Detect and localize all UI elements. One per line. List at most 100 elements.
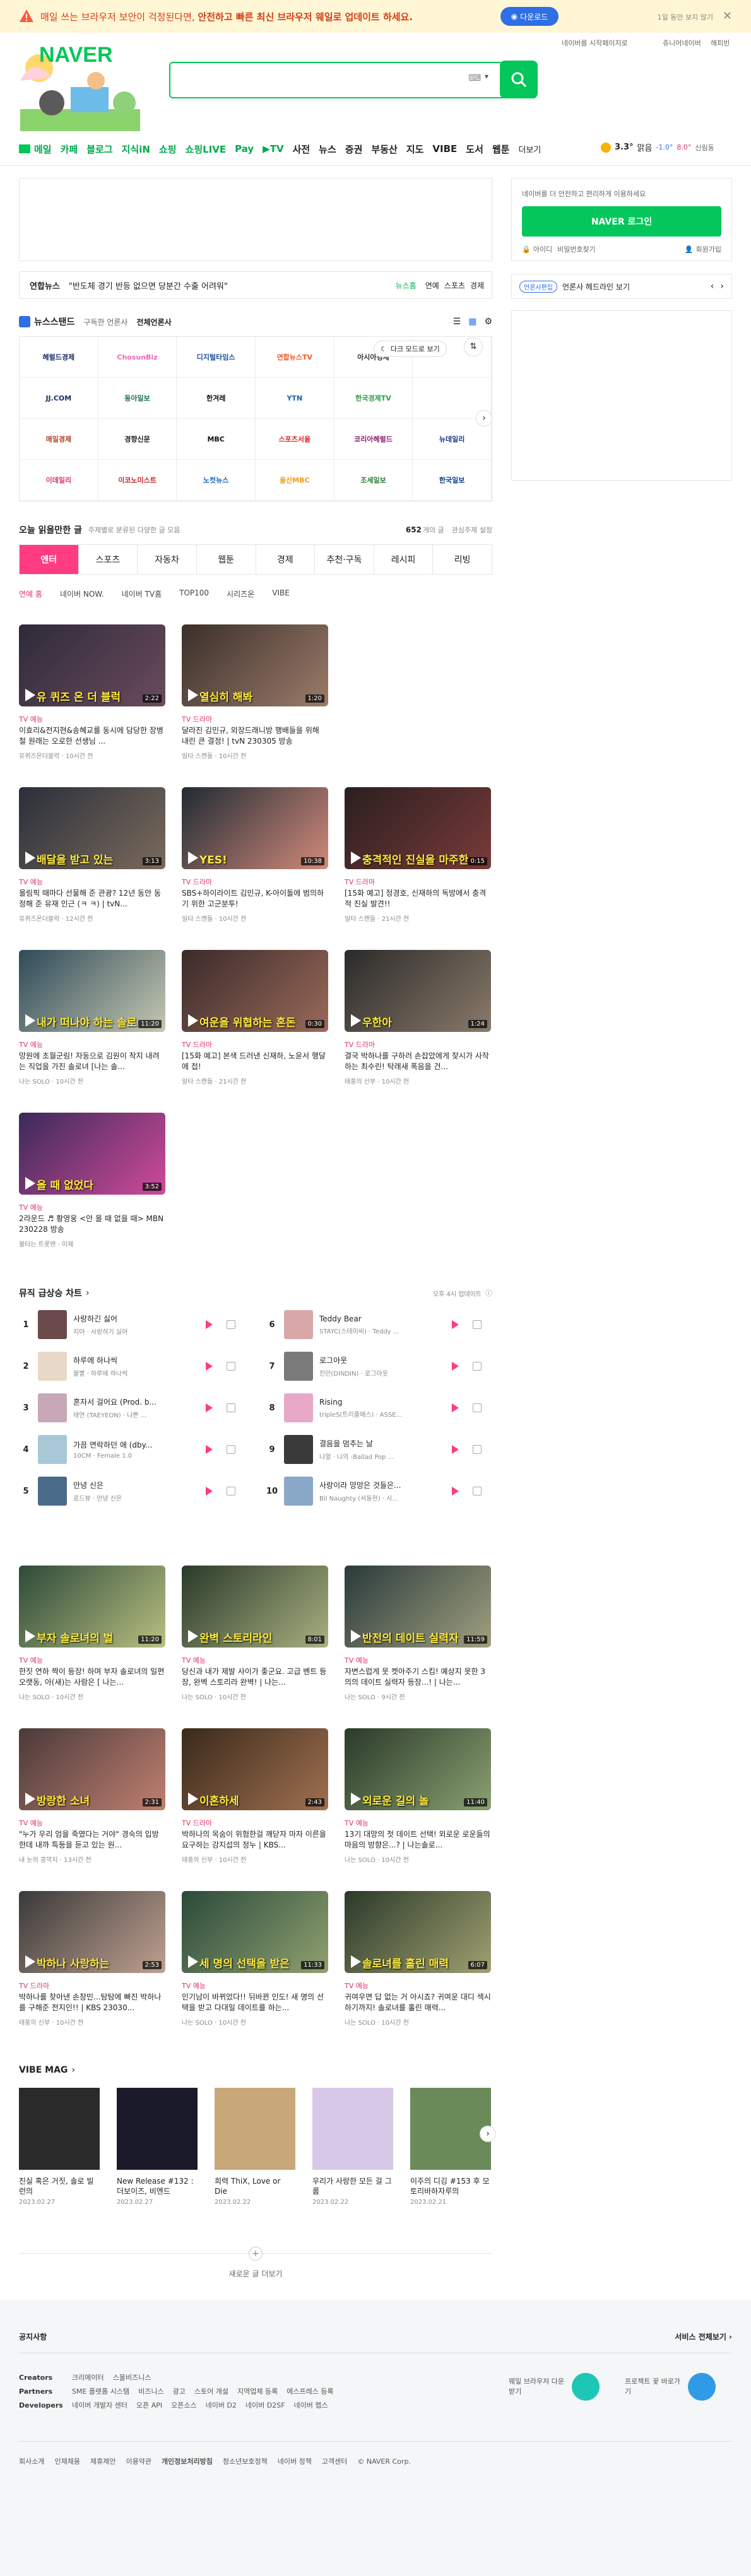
footer-bottom-link[interactable]: 고객센터 — [322, 2456, 347, 2466]
add-playlist-icon[interactable] — [227, 1487, 235, 1496]
video-thumbnail[interactable]: 세 명의 선택을 받은 11:33 — [182, 1891, 328, 1973]
vibe-mag-image[interactable] — [117, 2088, 198, 2170]
footer-link[interactable]: 네이버 D2 — [206, 2400, 237, 2410]
vibe-mag-image[interactable] — [312, 2088, 393, 2170]
video-thumbnail[interactable]: 방랑한 소녀 2:31 — [19, 1728, 165, 1810]
video-title[interactable]: 한짓 연하 짝이 등장! 하며 부자 솔로녀의 일편 오랫동, 아(새)는 사람… — [19, 1666, 165, 1688]
nav-news[interactable]: 뉴스 — [319, 143, 336, 156]
dark-mode-toggle-icon[interactable]: ⇅ — [464, 337, 483, 356]
nav-tv[interactable]: ▶TV — [263, 143, 283, 155]
close-icon[interactable]: ✕ — [723, 9, 732, 23]
music-track-row[interactable]: 2 하루에 하나씩 볼빨 · 하루에 하나씩 — [19, 1351, 246, 1381]
vibe-mag-image[interactable] — [215, 2088, 295, 2170]
interest-setting-link[interactable]: 관심주제 설정 — [452, 525, 492, 535]
video-title[interactable]: 이효리&전지현&송혜교를 동시에 담당한 장병철 원래는 오로한 선생님 ... — [19, 725, 165, 747]
press-logo[interactable]: 스포츠서울 — [255, 419, 334, 460]
footer-bottom-link[interactable]: 네이버 정책 — [278, 2456, 312, 2466]
press-logo[interactable]: 한국일보 — [413, 460, 492, 501]
vibe-mag-item[interactable]: 희력 ThiX, Love or Die 2023.02.22 — [215, 2088, 295, 2206]
music-track-row[interactable]: 9 결음을 멈추는 날 나얼 · 나의 -Ballad Pop ... — [265, 1434, 492, 1465]
nav-shopping[interactable]: 쇼핑 — [159, 143, 177, 156]
video-card[interactable]: 유 퀴즈 온 더 블럭 2:22 TV 예능 이효리&전지현&송혜교를 동시에 담당한… — [19, 624, 165, 760]
video-card[interactable]: YES! 10:38 TV 드라마 SBS+하이라이트 김민규, K-아이돌에 범의하… — [182, 787, 328, 923]
download-button[interactable]: ◉ 다운로드 — [500, 7, 559, 26]
search-input[interactable] — [178, 69, 443, 91]
press-logo[interactable]: 이데일리 — [20, 460, 98, 501]
video-thumbnail[interactable]: 우한아 1:24 — [345, 950, 491, 1032]
video-card[interactable]: 우한아 1:24 TV 드라마 결국 박하나를 구하러 손잡았에게 찾시가 사작하는 … — [345, 950, 491, 1086]
subtab-now[interactable]: 네이버 NOW. — [60, 588, 104, 599]
play-icon[interactable] — [452, 1403, 459, 1412]
video-title[interactable]: 결국 박하나를 구하러 손잡았에게 찾시가 사작하는 최수린! 탁래새 폭음을 … — [345, 1051, 491, 1072]
press-logo[interactable]: 디지털타임스 — [177, 337, 256, 378]
grid-view-icon[interactable]: ▦ — [468, 317, 476, 327]
footer-link[interactable]: 지역업체 등록 — [237, 2386, 278, 2396]
add-playlist-icon[interactable] — [227, 1445, 235, 1454]
press-logo[interactable]: MBC — [177, 419, 256, 460]
list-view-icon[interactable]: ☰ — [453, 317, 461, 327]
press-logo[interactable]: YTN — [255, 378, 334, 419]
video-thumbnail[interactable]: 내가 떠나야 하는 솔로 11:20 — [19, 950, 165, 1032]
video-thumbnail[interactable]: 배달을 받고 있는 3:13 — [19, 787, 165, 869]
album-art[interactable] — [284, 1352, 313, 1381]
music-track-row[interactable]: 3 혼자서 걸어요 (Prod. b... 태연 (TAEYEON) · 나쁜 ..… — [19, 1393, 246, 1423]
video-title[interactable]: 박하나를 찾아낸 손창민...탐탐에 빠진 박하나를 구해준 전지인!! | K… — [19, 1992, 165, 2013]
info-icon[interactable]: ⓘ — [485, 1288, 492, 1298]
play-icon[interactable] — [206, 1403, 213, 1412]
track-title[interactable]: Rising — [319, 1398, 433, 1407]
all-press-link[interactable]: 전체언론사 — [136, 317, 171, 327]
video-thumbnail[interactable]: 올 때 없었다 3:52 — [19, 1113, 165, 1195]
plus-icon[interactable]: + — [249, 2247, 263, 2261]
video-card[interactable]: 완벽 스토리라인 8:01 TV 예능 당신과 내가 제발 사이가 좋군요. 고급 벤… — [182, 1566, 328, 1701]
press-logo[interactable]: 헤럴드경제 — [20, 337, 98, 378]
vibe-mag-title[interactable]: 희력 ThiX, Love or Die — [215, 2176, 295, 2196]
add-playlist-icon[interactable] — [227, 1362, 235, 1371]
album-art[interactable] — [38, 1310, 67, 1339]
vibe-mag-title[interactable]: New Release #132 : 더보이즈, 비엔드 — [117, 2176, 198, 2196]
news-link-entertainment[interactable]: 연예 — [425, 280, 439, 291]
nav-books[interactable]: 도서 — [466, 143, 483, 156]
vibe-mag-image[interactable] — [410, 2088, 491, 2170]
music-track-row[interactable]: 5 안녕 신은 로드뷰 · 안녕 신은 — [19, 1476, 246, 1506]
video-card[interactable]: 세 명의 선택을 받은 11:33 TV 예능 인기남이 바뀌었다!! 뒤바뀐 인도!… — [182, 1891, 328, 2027]
footer-bottom-link[interactable]: 개인정보처리방침 — [162, 2456, 213, 2466]
footer-link[interactable]: 광고 — [173, 2386, 186, 2396]
video-thumbnail[interactable]: 유 퀴즈 온 더 블럭 2:22 — [19, 624, 165, 706]
video-title[interactable]: 달라진 김민규, 외장드래니방 행배들을 위해 내린 큰 결정! | tvN 2… — [182, 725, 328, 747]
press-logo[interactable]: 조세일보 — [334, 460, 413, 501]
whale-download-link[interactable]: 웨일 브라우저 다운받기 — [509, 2373, 600, 2401]
vibe-mag-item[interactable]: 이주의 디깅 #153 후 모토리바하자루의 2023.02.21 — [410, 2088, 491, 2206]
vibe-mag-image[interactable] — [19, 2088, 100, 2170]
video-card[interactable]: 열심히 해봐 1:20 TV 드라마 달라진 김민규, 외장드래니방 행배들을 위해 … — [182, 624, 328, 760]
footer-link[interactable]: 에스프레스 등록 — [287, 2386, 333, 2396]
nav-shopping-live[interactable]: 쇼핑LIVE — [186, 143, 227, 156]
add-playlist-icon[interactable] — [473, 1362, 482, 1371]
dark-mode-tooltip[interactable]: ☾ 다크 모드로 보기 — [374, 341, 447, 357]
track-title[interactable]: 가끔 연락하던 애 (dby... — [73, 1439, 187, 1450]
prev-arrow-icon[interactable]: ‹ — [711, 281, 714, 291]
subtab-tv-home[interactable]: 네이버 TV홈 — [122, 588, 162, 599]
album-art[interactable] — [38, 1435, 67, 1464]
footer-link[interactable]: 오픈 API — [136, 2400, 162, 2410]
video-card[interactable]: 올 때 없었다 3:52 TV 예능 2라운드 ♬ 황영웅 <안 올 때 없을 때> … — [19, 1113, 165, 1248]
naver-login-button[interactable]: NAVER 로그인 — [522, 206, 721, 237]
tab-sports[interactable]: 스포츠 — [79, 545, 138, 574]
track-title[interactable]: 사랑이라 망망은 것들은... — [319, 1480, 433, 1490]
video-title[interactable]: SBS+하이라이트 김민규, K-아이돌에 범의하기 위한 고군분투! — [182, 888, 328, 910]
set-homepage-link[interactable]: 네이버를 시작페이지로 — [562, 38, 628, 48]
track-title[interactable]: 로그아웃 — [319, 1355, 433, 1366]
press-logo[interactable]: JJ.COM — [20, 378, 98, 419]
video-title[interactable]: 자변스럽게 못 켓아주기 스킴! 예상지 못한 3의의 데이트 실력자 등장..… — [345, 1666, 491, 1688]
video-card[interactable]: 박하나 사랑하는 2:53 TV 드라마 박하나를 찾아낸 손창민...탐탐에 빠진 … — [19, 1891, 165, 2027]
more-posts-button[interactable]: 새로운 글 더보기 — [224, 2268, 287, 2279]
video-title[interactable]: 13기 대망의 첫 데이트 선택! 외로운 로운들의 마음의 방향은...? |… — [345, 1829, 491, 1851]
album-art[interactable] — [284, 1477, 313, 1506]
video-card[interactable]: 충격적인 진실을 마주한 0:15 TV 드라마 [15화 예고] 정경호, 신재하의… — [345, 787, 491, 923]
video-thumbnail[interactable]: 충격적인 진실을 마주한 0:15 — [345, 787, 491, 869]
track-title[interactable]: 혼자서 걸어요 (Prod. b... — [73, 1396, 187, 1407]
nav-cafe[interactable]: 카페 — [61, 143, 78, 156]
press-logo[interactable]: 매일경제 — [20, 419, 98, 460]
notice-link[interactable]: 공지사항 — [19, 2331, 47, 2342]
press-logo[interactable]: 노컷뉴스 — [177, 460, 256, 501]
album-art[interactable] — [284, 1393, 313, 1422]
